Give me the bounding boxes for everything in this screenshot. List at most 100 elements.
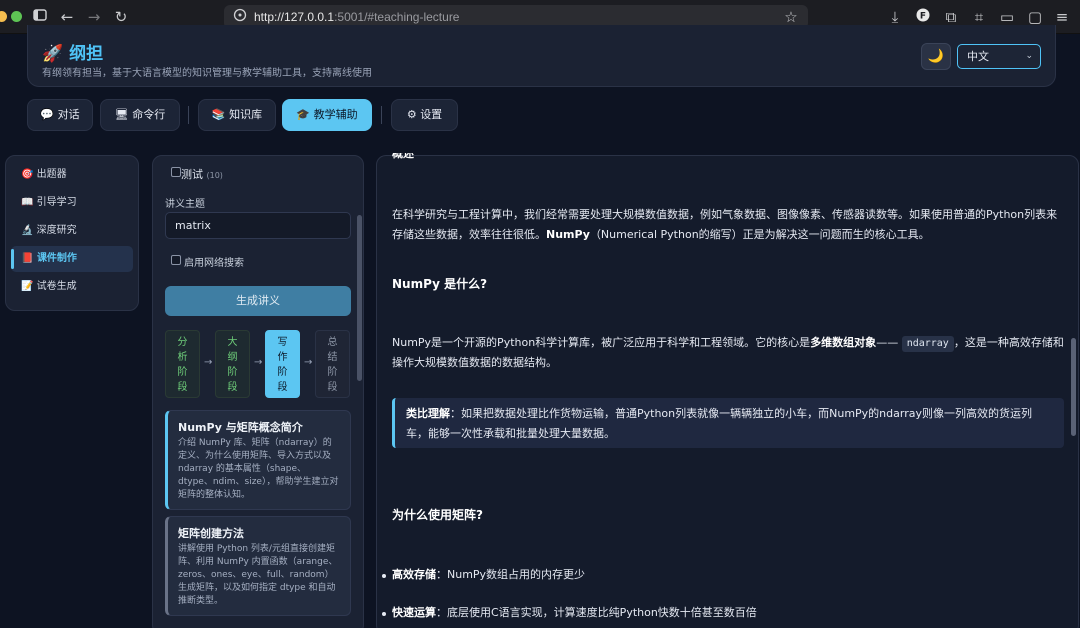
tab-divider: [188, 106, 189, 124]
stage-arrow-icon: →: [304, 357, 313, 368]
app-title: 🚀 纲担: [42, 39, 103, 64]
numpy-bold: NumPy: [546, 228, 590, 241]
test-checkbox[interactable]: [171, 167, 181, 177]
stage-label: 分析阶段: [177, 337, 188, 393]
bullet-item: 快速运算：底层使用C语言实现，计算速度比纯Python快数十倍甚至数百倍: [392, 603, 757, 623]
sidebar-toggle-icon[interactable]: [31, 8, 49, 26]
red-book-icon: 📕: [21, 253, 34, 264]
open-book-icon: 📖: [21, 197, 34, 208]
gear-icon: ⚙: [406, 108, 417, 121]
app-header: 🚀 纲担 有纲领有担当，基于大语言模型的知识管理与教学辅助工具，支持离线使用 🌙…: [27, 25, 1056, 87]
bullet-dot: [382, 574, 386, 578]
tab-divider: [381, 106, 382, 124]
sidebar-item-label: 引导学习: [36, 197, 77, 208]
stage-label: 总结阶段: [327, 337, 338, 393]
minimize-window-button[interactable]: [0, 11, 7, 22]
generate-lecture-button[interactable]: 生成讲义: [165, 286, 351, 316]
browser-menu-icon[interactable]: ≡: [1053, 8, 1071, 26]
back-arrow-icon[interactable]: ←: [58, 8, 76, 26]
language-select[interactable]: 中文 ⌄: [957, 44, 1041, 69]
url-path: :5001/#teaching-lecture: [334, 10, 460, 24]
definition-text: NumPy是一个开源的Python科学计算库，被广泛应用于科学和工程领域。它的核…: [392, 336, 811, 349]
svg-text:F: F: [920, 12, 926, 22]
definition-text: ，这是一种高效存储和: [953, 336, 1064, 349]
overview-heading: 概述: [392, 147, 414, 159]
topic-input[interactable]: matrix: [165, 212, 351, 239]
ndarray-bold: 多维数组对象: [810, 336, 877, 349]
tab-teaching[interactable]: 🎓 教学辅助: [282, 99, 372, 131]
chevron-down-icon: ⌄: [1025, 51, 1033, 61]
web-search-label: 启用网络搜索: [184, 258, 244, 269]
sidebar-item-deep-research[interactable]: 🔬 深度研究: [11, 218, 133, 244]
sidebar-item-label: 出题器: [36, 169, 67, 180]
download-icon[interactable]: ⤓: [886, 8, 904, 26]
tab-label: 命令行: [132, 108, 166, 121]
tab-label: 设置: [420, 108, 443, 121]
moon-icon: 🌙: [927, 49, 945, 64]
numpy-definition-line: 操作大规模数值数据的数据结构。: [392, 356, 557, 369]
microscope-icon: 🔬: [21, 225, 34, 236]
bullet-text: ：NumPy数组占用的内存更少: [436, 568, 586, 581]
sidebar-item-exam-generator[interactable]: 📝 试卷生成: [11, 274, 133, 300]
stage-arrow-icon: →: [254, 357, 263, 368]
site-info-icon[interactable]: [231, 8, 249, 26]
sidebar-item-label: 课件制作: [36, 253, 77, 264]
stage-arrow-icon: →: [204, 357, 213, 368]
section-title: NumPy 与矩阵概念简介: [178, 421, 303, 434]
bookmark-star-icon[interactable]: ☆: [782, 8, 800, 26]
bullet-item: 高效存储：NumPy数组占用的内存更少: [392, 565, 585, 585]
extension-f-icon[interactable]: F: [914, 8, 932, 26]
tab-manager-icon[interactable]: ▭: [998, 8, 1016, 26]
sidebar-panel-icon[interactable]: ▢: [1026, 8, 1044, 26]
analogy-bold: 类比理解: [406, 407, 450, 420]
intro-text: （Numerical Python的缩写）正是为解决这一问题而生的核心工具。: [589, 228, 930, 241]
test-item-label: 测试 (10): [181, 166, 223, 182]
reload-icon[interactable]: ↻: [112, 8, 130, 26]
memo-icon: 📝: [21, 281, 34, 292]
intro-text: 存储这些数据，效率往往很低。: [392, 228, 546, 241]
intro-paragraph-line: 存储这些数据，效率往往很低。NumPy（Numerical Python的缩写）…: [392, 225, 930, 245]
app-title-text: 纲担: [69, 44, 104, 64]
tab-label: 知识库: [229, 108, 263, 121]
lecture-section-card[interactable]: NumPy 与矩阵概念简介 介绍 NumPy 库、矩阵（ndarray）的定义、…: [165, 410, 351, 510]
zoom-window-button[interactable]: [11, 11, 22, 22]
graduation-cap-icon: 🎓: [296, 108, 311, 121]
crop-icon[interactable]: ⌗: [970, 8, 988, 26]
config-scrollbar[interactable]: [357, 215, 362, 381]
extensions-puzzle-icon[interactable]: ⧉: [942, 8, 960, 26]
target-icon: 🎯: [21, 169, 34, 180]
what-is-numpy-heading: NumPy 是什么?: [392, 277, 488, 291]
test-item-text: 测试: [181, 168, 203, 181]
preview-scrollbar[interactable]: [1071, 338, 1076, 436]
tab-terminal[interactable]: 🖥 命令行: [100, 99, 180, 131]
tab-knowledge-base[interactable]: 📚 知识库: [198, 99, 276, 131]
tab-settings[interactable]: ⚙ 设置: [391, 99, 458, 131]
chat-icon: 💬: [40, 108, 55, 121]
language-value: 中文: [967, 50, 989, 63]
tab-chat[interactable]: 💬 对话: [27, 99, 93, 131]
web-search-checkbox[interactable]: [171, 255, 181, 265]
sidebar-item-question-generator[interactable]: 🎯 出题器: [11, 162, 133, 188]
analogy-text: ：如果把数据处理比作货物运输，普通Python列表就像一辆辆独立的小车，而Num…: [450, 407, 1032, 420]
lecture-section-card[interactable]: 矩阵创建方法 讲解使用 Python 列表/元组直接创建矩阵、利用 NumPy …: [165, 516, 351, 616]
stage-writing: 写作阶段: [265, 330, 300, 398]
bullet-dot: [382, 612, 386, 616]
rocket-icon: 🚀: [42, 44, 64, 64]
sidebar-item-courseware[interactable]: 📕 课件制作: [11, 246, 133, 272]
analogy-line: 类比理解：如果把数据处理比作货物运输，普通Python列表就像一辆辆独立的小车，…: [406, 404, 1032, 424]
intro-paragraph-line: 在科学研究与工程计算中，我们经常需要处理大规模数值数据，例如气象数据、图像像素、…: [392, 208, 1058, 221]
topic-label: 讲义主题: [165, 199, 205, 210]
forward-arrow-icon[interactable]: →: [85, 8, 103, 26]
tab-label: 教学辅助: [313, 108, 358, 121]
bullet-bold: 快速运算: [392, 606, 436, 619]
definition-dash: ——: [876, 336, 899, 349]
stage-analysis: 分析阶段: [165, 330, 200, 398]
section-description: 介绍 NumPy 库、矩阵（ndarray）的定义、为什么使用矩阵、导入方式以及…: [178, 438, 339, 500]
teaching-sidebar: 🎯 出题器 📖 引导学习 🔬 深度研究 📕 课件制作 📝 试卷生成: [5, 155, 139, 311]
stage-label: 大纲阶段: [227, 337, 238, 393]
stage-label: 写作阶段: [277, 337, 288, 393]
stage-outline: 大纲阶段: [215, 330, 250, 398]
sidebar-item-guided-learning[interactable]: 📖 引导学习: [11, 190, 133, 216]
theme-toggle-button[interactable]: 🌙: [921, 43, 951, 70]
section-description: 讲解使用 Python 列表/元组直接创建矩阵、利用 NumPy 内置函数（ar…: [178, 544, 338, 606]
